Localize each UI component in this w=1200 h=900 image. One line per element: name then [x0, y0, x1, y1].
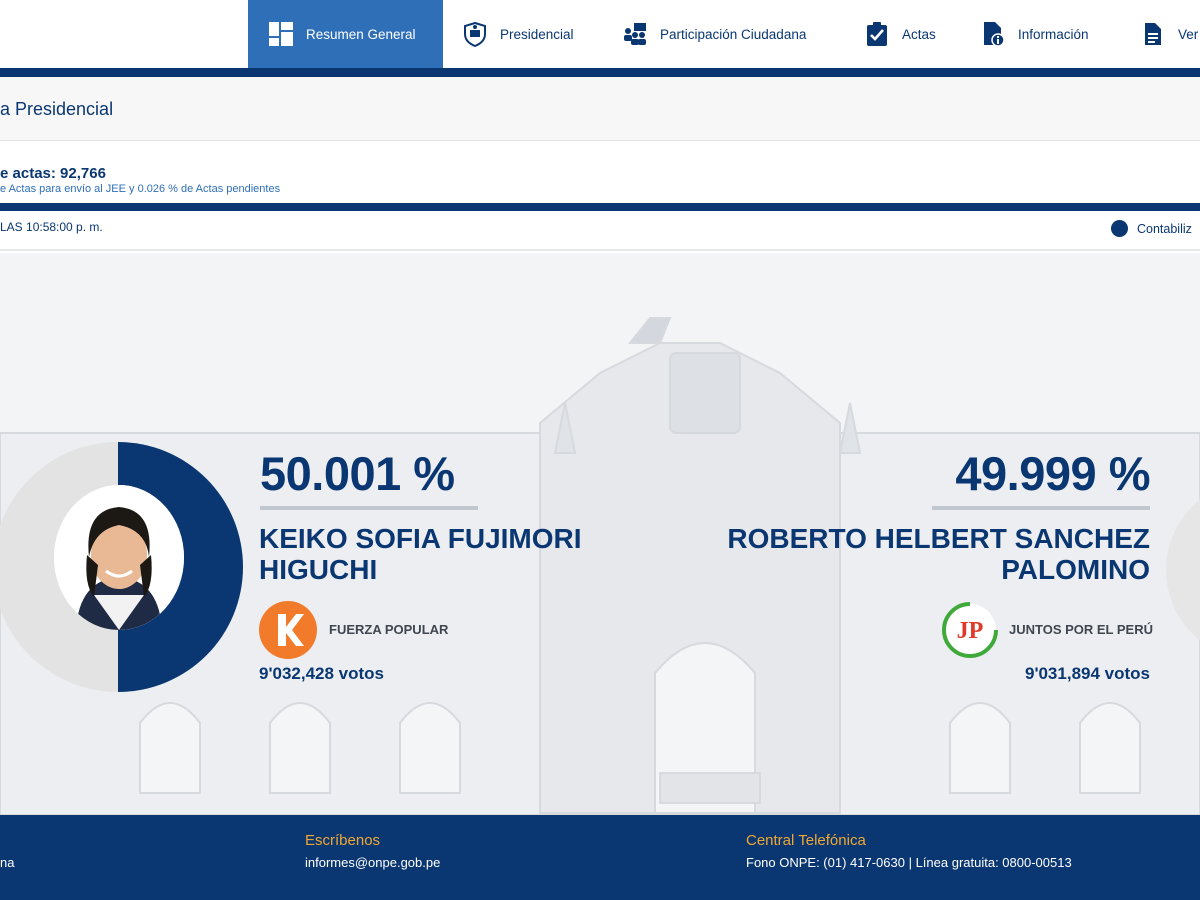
candidate-2-name-line2: PALOMINO: [1001, 554, 1150, 585]
nav-label: Presidencial: [500, 26, 574, 42]
actas-summary: e actas: 92,766 e Actas para envío al JE…: [0, 141, 1200, 203]
footer: na Escríbenos informes@onpe.gob.pe Centr…: [0, 815, 1200, 900]
page-title: a Presidencial: [0, 99, 114, 119]
footer-phone-title: Central Telefónica: [746, 832, 866, 849]
candidate-photo-keiko: [54, 485, 184, 630]
candidate-1-divider: [260, 506, 478, 510]
nav-participacion-ciudadana[interactable]: Participación Ciudadana: [622, 0, 806, 68]
dashboard-icon: [268, 21, 294, 47]
nav-informacion[interactable]: Información: [980, 0, 1089, 68]
nav-actas[interactable]: Actas: [864, 0, 936, 68]
juntos-por-el-peru-logo-icon: JP: [940, 600, 1000, 660]
nav-label: Información: [1018, 26, 1089, 42]
candidate-1-name: KEIKO SOFIA FUJIMORI HIGUCHI: [259, 523, 582, 585]
top-navigation: Resumen General Presidencial Participaci…: [0, 0, 1200, 68]
clipboard-check-icon: [864, 21, 890, 47]
actas-detail: e Actas para envío al JEE y 0.026 % de A…: [0, 183, 281, 195]
update-timestamp: LAS 10:58:00 p. m.: [0, 220, 103, 234]
people-icon: [622, 21, 648, 47]
footer-address: na: [0, 855, 15, 870]
candidate-1-name-line2: HIGUCHI: [259, 554, 378, 585]
nav-label: Participación Ciudadana: [660, 26, 807, 42]
document-icon: [1140, 21, 1166, 47]
candidate-2-name-line1: ROBERTO HELBERT SANCHEZ: [727, 523, 1150, 554]
candidate-1-percent: 50.001 %: [260, 447, 455, 500]
document-info-icon: [980, 21, 1006, 47]
nav-ver[interactable]: Ver: [1140, 0, 1198, 68]
candidate-2-votes: 9'031,894 votos: [1024, 664, 1150, 683]
footer-email-link[interactable]: informes@onpe.gob.pe: [305, 855, 440, 870]
candidate-1-votes: 9'032,428 votos: [259, 664, 385, 683]
nav-resumen-general[interactable]: Resumen General: [248, 0, 443, 68]
footer-phone-numbers: Fono ONPE: (01) 417-0630 | Línea gratuit…: [746, 855, 1072, 870]
candidate-2-name: ROBERTO HELBERT SANCHEZ PALOMINO: [727, 523, 1150, 585]
candidate-2-divider: [932, 506, 1150, 510]
nav-divider: [0, 68, 1200, 77]
legend-dot-icon: [1111, 220, 1128, 237]
nav-label: Resumen General: [306, 26, 416, 42]
candidate-1-party: FUERZA POPULAR: [329, 622, 449, 637]
svg-text:JP: JP: [957, 618, 984, 644]
results-hero: 50.001 % KEIKO SOFIA FUJIMORI HIGUCHI FU…: [0, 253, 1200, 815]
legend-label: Contabiliz: [1137, 221, 1192, 236]
actas-total: e actas: 92,766: [0, 165, 106, 182]
legend: Contabiliz: [1111, 220, 1192, 237]
nav-presidencial[interactable]: Presidencial: [462, 0, 574, 68]
fuerza-popular-logo-icon: [258, 600, 318, 660]
page-header: a Presidencial: [0, 77, 1200, 141]
nav-label: Actas: [902, 26, 936, 42]
candidate-2-party: JUNTOS POR EL PERÚ: [1009, 622, 1153, 637]
actas-divider: [0, 203, 1200, 211]
update-bar: LAS 10:58:00 p. m. Contabiliz: [0, 211, 1200, 251]
footer-email-title: Escríbenos: [305, 832, 381, 849]
candidate-2-percent: 49.999 %: [955, 447, 1150, 500]
shield-icon: [462, 21, 488, 47]
nav-label: Ver: [1178, 26, 1199, 42]
candidate-1-name-line1: KEIKO SOFIA FUJIMORI: [259, 523, 582, 554]
